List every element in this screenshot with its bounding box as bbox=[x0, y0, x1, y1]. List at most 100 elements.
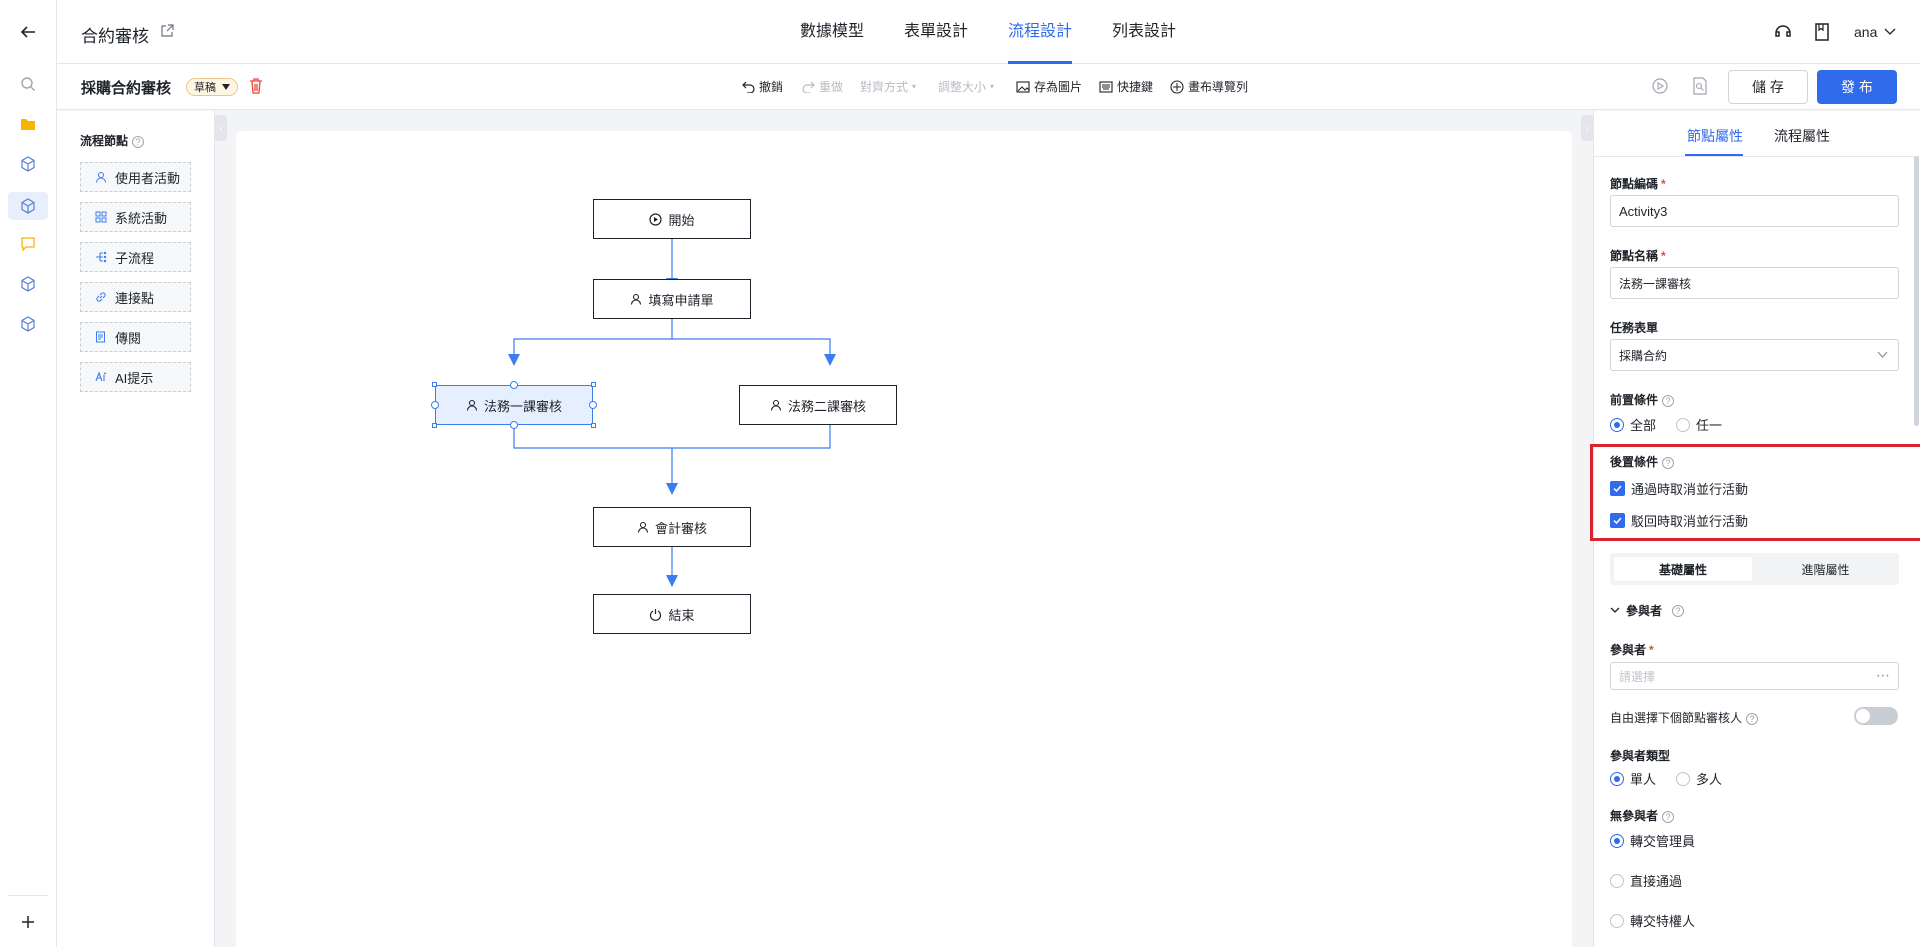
help-icon[interactable]: ? bbox=[1662, 456, 1675, 469]
tab-form-design[interactable]: 表單設計 bbox=[904, 0, 968, 64]
precondition-any-radio[interactable]: 任一 bbox=[1676, 415, 1722, 434]
tab-data-model[interactable]: 數據模型 bbox=[800, 0, 864, 64]
chevron-down-icon[interactable] bbox=[1884, 25, 1896, 40]
help-icon[interactable]: ? bbox=[1662, 394, 1675, 407]
tab-process-design[interactable]: 流程設計 bbox=[1008, 0, 1073, 64]
redo-button[interactable]: 重做 bbox=[802, 78, 843, 96]
palette-user-activity[interactable]: 使用者活動 bbox=[80, 162, 191, 192]
radio-unselected bbox=[1610, 913, 1624, 928]
connect-handle[interactable] bbox=[510, 421, 518, 429]
more-icon[interactable]: ⋯ bbox=[1876, 667, 1890, 684]
delete-icon[interactable] bbox=[249, 78, 263, 97]
publish-button[interactable]: 發 布 bbox=[1817, 70, 1897, 104]
align-dropdown[interactable]: 對齊方式 ▾ bbox=[860, 78, 916, 96]
connect-handle[interactable] bbox=[431, 401, 439, 409]
help-icon[interactable]: ? bbox=[132, 135, 145, 148]
cancel-on-pass-checkbox[interactable]: 通過時取消並行活動 bbox=[1610, 479, 1748, 498]
precondition-all-radio[interactable]: 全部 bbox=[1610, 415, 1656, 434]
resize-handle[interactable] bbox=[591, 423, 596, 428]
connect-handle[interactable] bbox=[589, 401, 597, 409]
node-code-input[interactable]: Activity3 bbox=[1610, 195, 1899, 227]
redo-icon bbox=[802, 81, 815, 93]
collapse-left-icon[interactable]: ‹ bbox=[215, 115, 227, 141]
flow-node-legal1-selected[interactable]: 法務一課審核 bbox=[435, 385, 593, 425]
user-name[interactable]: ana bbox=[1854, 24, 1877, 40]
back-arrow-icon[interactable] bbox=[16, 20, 40, 44]
flow-node-label: 法務一課審核 bbox=[483, 398, 562, 414]
canvas-nav-button[interactable]: 畫布導覽列 bbox=[1170, 78, 1248, 96]
plus-icon[interactable] bbox=[16, 910, 40, 934]
subtab-basic[interactable]: 基礎屬性 bbox=[1614, 557, 1752, 581]
radio-unselected bbox=[1676, 771, 1690, 786]
save-image-button[interactable]: 存為圖片 bbox=[1016, 78, 1082, 96]
node-name-input[interactable]: 法務一課審核 bbox=[1610, 267, 1899, 299]
cube-icon[interactable] bbox=[16, 152, 40, 176]
help-icon[interactable]: ? bbox=[1662, 810, 1675, 823]
resize-handle[interactable] bbox=[591, 382, 596, 387]
connect-handle[interactable] bbox=[510, 381, 518, 389]
scrollbar[interactable] bbox=[1914, 156, 1919, 426]
resize-handle[interactable] bbox=[432, 423, 437, 428]
folder-icon[interactable] bbox=[16, 112, 40, 136]
save-button[interactable]: 儲 存 bbox=[1728, 70, 1808, 104]
search-icon[interactable] bbox=[16, 72, 40, 96]
user-icon bbox=[631, 293, 642, 305]
flow-node-end[interactable]: 結束 bbox=[593, 594, 751, 634]
tab-node-properties[interactable]: 節點屬性 bbox=[1687, 126, 1743, 146]
participants-input[interactable]: 請選擇 ⋯ bbox=[1610, 662, 1899, 690]
palette-label: 系統活動 bbox=[115, 210, 168, 226]
participant-multi-radio[interactable]: 多人 bbox=[1676, 769, 1722, 788]
precondition-label: 前置條件? bbox=[1610, 391, 1675, 408]
keyboard-icon bbox=[1099, 81, 1113, 93]
resize-handle[interactable] bbox=[432, 382, 437, 387]
align-label: 對齊方式 bbox=[860, 80, 909, 94]
task-form-label: 任務表單 bbox=[1610, 321, 1659, 335]
no-participant-privileged-radio[interactable]: 轉交特權人 bbox=[1610, 911, 1695, 930]
undo-button[interactable]: 撤銷 bbox=[742, 78, 783, 96]
collapse-right-icon[interactable]: › bbox=[1581, 115, 1593, 141]
external-link-icon[interactable] bbox=[161, 24, 174, 40]
cancel-on-reject-checkbox[interactable]: 駁回時取消並行活動 bbox=[1610, 511, 1748, 530]
flow-node-legal2[interactable]: 法務二課審核 bbox=[739, 385, 897, 425]
flow-node-label: 填寫申請單 bbox=[648, 292, 714, 308]
status-badge[interactable]: 草稿 bbox=[186, 78, 238, 96]
participant-single-radio[interactable]: 單人 bbox=[1610, 769, 1656, 788]
flow-node-accounting[interactable]: 會計審核 bbox=[593, 507, 751, 547]
flow-node-start[interactable]: 開始 bbox=[593, 199, 751, 239]
palette-connector[interactable]: 連接點 bbox=[80, 282, 191, 312]
document-search-icon[interactable] bbox=[1692, 77, 1708, 98]
book-icon[interactable] bbox=[1814, 23, 1830, 44]
flow-canvas[interactable]: 開始 填寫申請單 法務一課審核 法務二課審核 會計審核 結束 bbox=[236, 131, 1572, 947]
headset-icon[interactable] bbox=[1773, 22, 1793, 45]
chat-icon[interactable] bbox=[16, 232, 40, 256]
cube-icon-active[interactable] bbox=[8, 192, 48, 220]
cube-icon[interactable] bbox=[16, 272, 40, 296]
node-code-label-text: 節點編碼 bbox=[1610, 177, 1659, 191]
palette-ai-prompt[interactable]: AI提示 bbox=[80, 362, 191, 392]
palette-system-activity[interactable]: 系統活動 bbox=[80, 202, 191, 232]
cube-icon[interactable] bbox=[16, 312, 40, 336]
help-icon[interactable]: ? bbox=[1672, 604, 1685, 617]
tab-list-design[interactable]: 列表設計 bbox=[1112, 0, 1176, 64]
flow-node-fill-application[interactable]: 填寫申請單 bbox=[593, 279, 751, 319]
resize-dropdown[interactable]: 調整大小 ▾ bbox=[938, 78, 994, 96]
help-icon[interactable]: ? bbox=[1746, 712, 1759, 725]
tab-process-properties[interactable]: 流程屬性 bbox=[1774, 126, 1830, 146]
task-form-value: 採購合約 bbox=[1619, 348, 1668, 363]
no-participant-pass-radio[interactable]: 直接通過 bbox=[1610, 871, 1682, 890]
palette-circulate[interactable]: 傳閱 bbox=[80, 322, 191, 352]
save-image-label: 存為圖片 bbox=[1034, 80, 1083, 94]
power-icon bbox=[650, 608, 662, 621]
play-icon[interactable] bbox=[1652, 78, 1668, 97]
shortcuts-button[interactable]: 快捷鍵 bbox=[1099, 78, 1153, 96]
palette-subprocess[interactable]: 子流程 bbox=[80, 242, 191, 272]
task-form-select[interactable]: 採購合約 bbox=[1610, 339, 1899, 371]
shortcuts-label: 快捷鍵 bbox=[1117, 80, 1154, 94]
participants-section-header[interactable]: 參與者? bbox=[1610, 602, 1685, 619]
subtab-advanced[interactable]: 進階屬性 bbox=[1756, 557, 1895, 581]
flow-node-label: 法務二課審核 bbox=[787, 398, 866, 414]
free-select-toggle[interactable] bbox=[1854, 707, 1898, 725]
tab-divider bbox=[1594, 156, 1920, 157]
no-participant-admin-radio[interactable]: 轉交管理員 bbox=[1610, 831, 1695, 850]
compass-icon bbox=[1170, 80, 1184, 94]
